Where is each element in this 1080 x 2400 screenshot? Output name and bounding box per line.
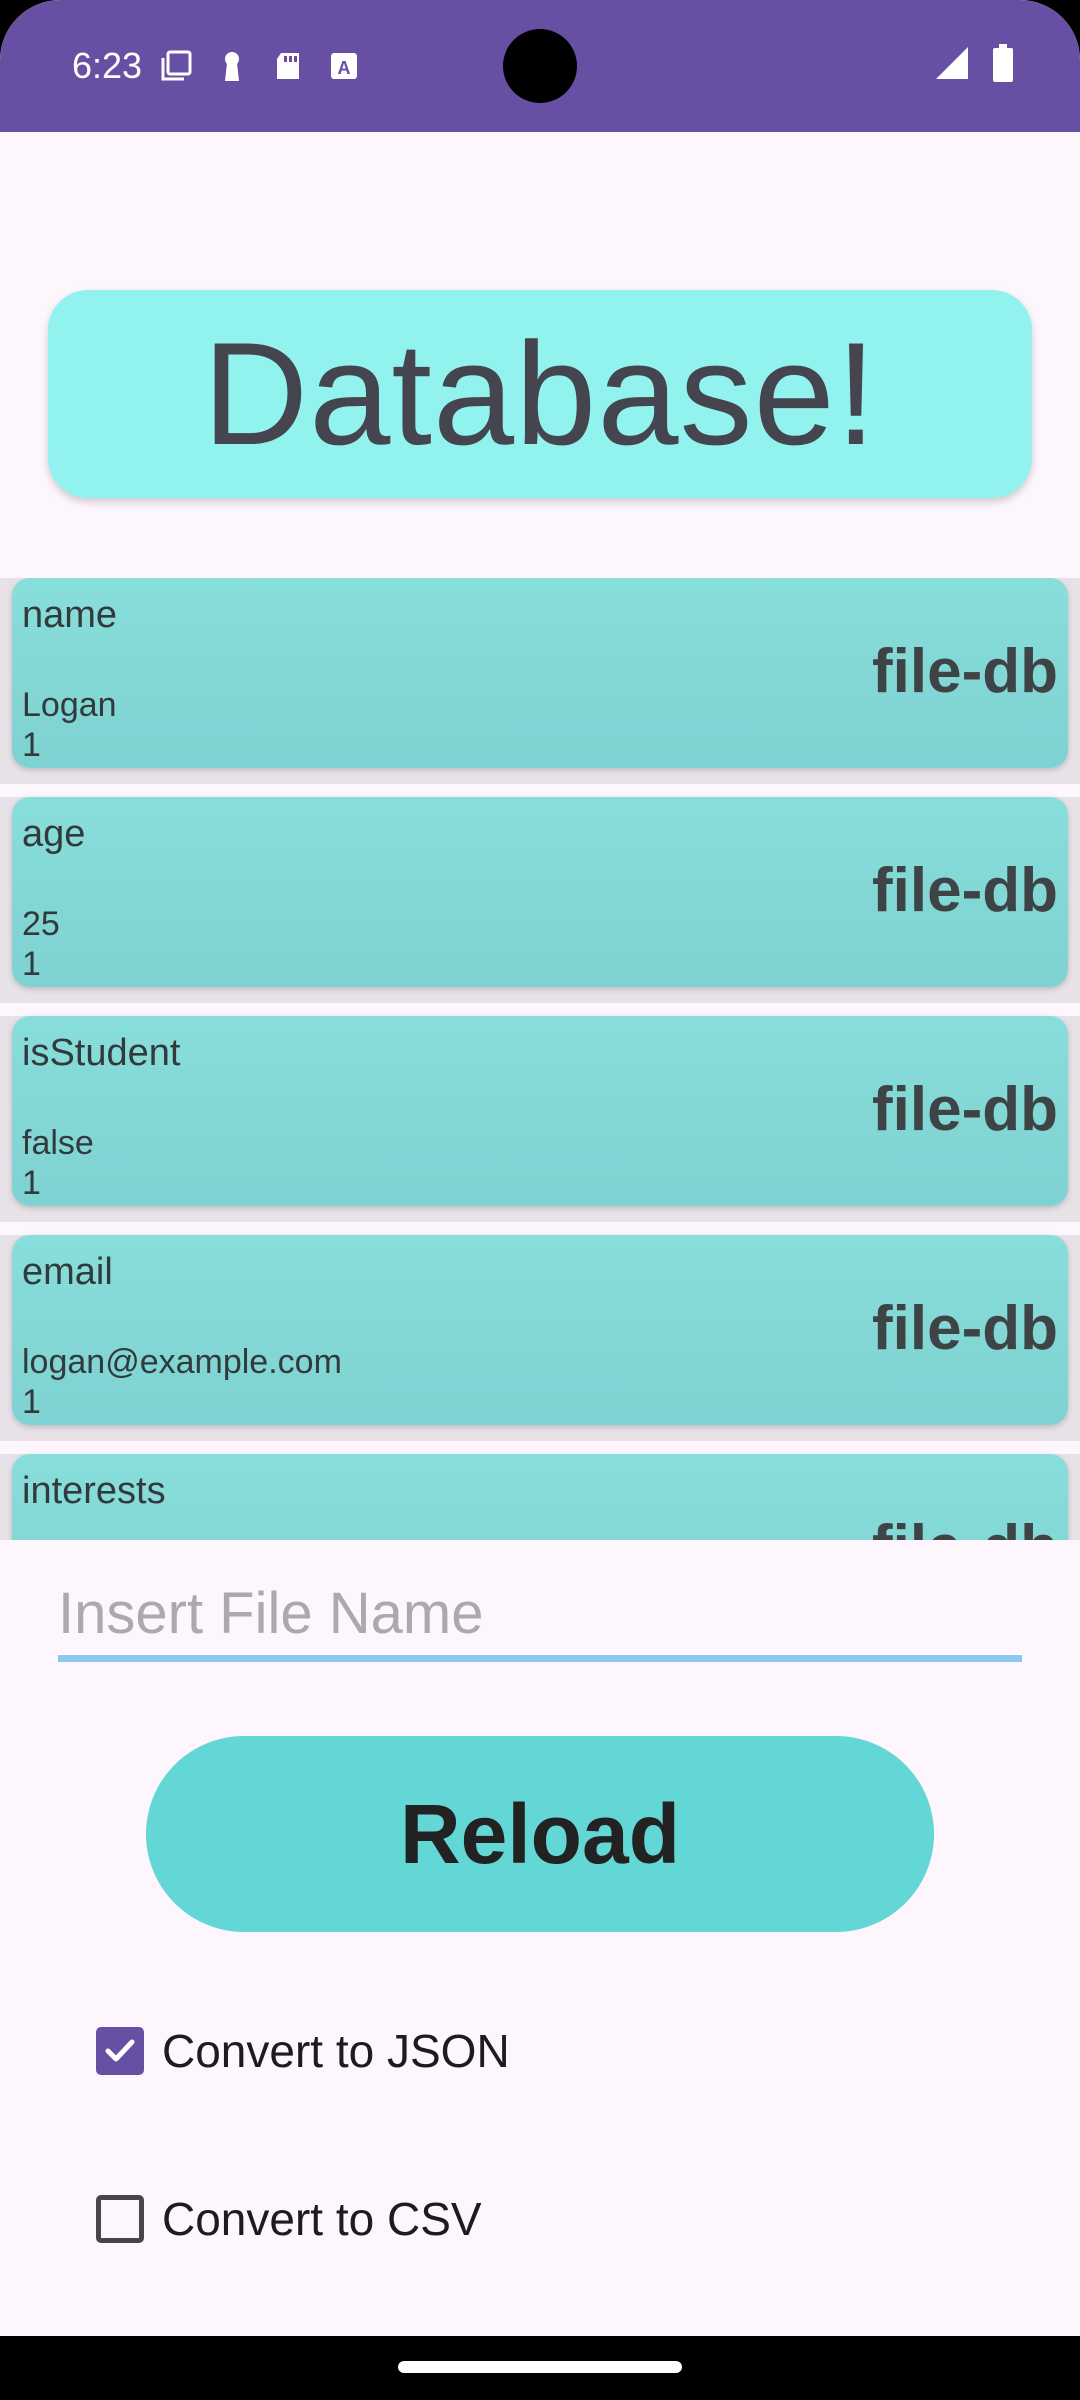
record-source-tag: file-db (872, 1294, 1058, 1363)
record-card[interactable]: isStudent false 1 file-db (12, 1016, 1068, 1206)
home-indicator[interactable] (398, 2361, 682, 2373)
record-source-tag: file-db (872, 1512, 1058, 1540)
status-icons-right (934, 44, 1014, 87)
list-item[interactable]: isStudent false 1 file-db (0, 1016, 1080, 1222)
record-value: logan@example.com (22, 1343, 342, 1381)
signal-icon (934, 45, 970, 86)
record-source-tag: file-db (872, 1075, 1058, 1144)
record-value: Logan (22, 686, 117, 724)
record-card[interactable]: age 25 1 file-db (12, 797, 1068, 987)
records-list[interactable]: name Logan 1 file-db age 25 1 file-db is… (0, 578, 1080, 1540)
list-item[interactable]: age 25 1 file-db (0, 797, 1080, 1003)
record-key: isStudent (22, 1032, 181, 1074)
csv-checkbox[interactable] (96, 2195, 144, 2243)
app-screen: 6:23 A Database! name Logan 1 file-db ag… (0, 0, 1080, 2336)
status-icons-left: A (158, 48, 362, 84)
file-name-input[interactable] (58, 1572, 1022, 1662)
json-checkbox[interactable] (96, 2027, 144, 2075)
csv-option-label: Convert to CSV (162, 2193, 482, 2245)
checkmark-icon (105, 2039, 135, 2062)
list-item[interactable]: email logan@example.com 1 file-db (0, 1235, 1080, 1441)
page-title: Database! (202, 312, 878, 475)
battery-icon (992, 44, 1014, 87)
camera-cutout (503, 29, 577, 103)
record-value: false (22, 1124, 94, 1162)
record-card[interactable]: interests file-db (12, 1454, 1068, 1540)
convert-json-option[interactable]: Convert to JSON (96, 2024, 510, 2078)
record-source-tag: file-db (872, 856, 1058, 925)
record-key: age (22, 813, 86, 855)
sd-card-icon (270, 48, 306, 84)
title-banner: Database! (48, 290, 1032, 498)
convert-csv-option[interactable]: Convert to CSV (96, 2192, 482, 2246)
reload-button[interactable]: Reload (146, 1736, 934, 1932)
record-key: name (22, 594, 118, 636)
svg-text:A: A (338, 58, 351, 78)
record-count: 1 (22, 726, 41, 764)
screen-record-icon (158, 48, 194, 84)
record-key: interests (22, 1470, 166, 1512)
record-key: email (22, 1251, 113, 1293)
record-value: 25 (22, 905, 60, 943)
record-count: 1 (22, 945, 41, 983)
record-count: 1 (22, 1164, 41, 1202)
list-item[interactable]: interests file-db (0, 1454, 1080, 1540)
record-source-tag: file-db (872, 637, 1058, 706)
record-card[interactable]: name Logan 1 file-db (12, 578, 1068, 768)
list-item[interactable]: name Logan 1 file-db (0, 578, 1080, 784)
status-bar: 6:23 A (0, 0, 1080, 132)
json-option-label: Convert to JSON (162, 2025, 510, 2077)
record-count: 1 (22, 1383, 41, 1421)
status-time: 6:23 (72, 45, 143, 86)
keyhole-icon (214, 48, 250, 84)
record-card[interactable]: email logan@example.com 1 file-db (12, 1235, 1068, 1425)
font-a-icon: A (326, 48, 362, 84)
